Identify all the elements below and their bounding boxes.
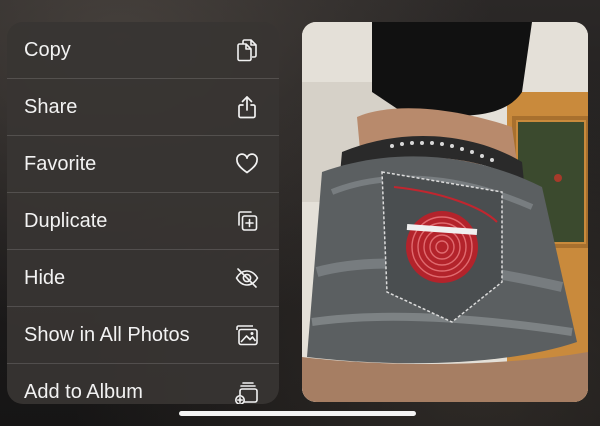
photo-image bbox=[302, 22, 588, 402]
menu-item-hide[interactable]: Hide bbox=[7, 250, 279, 306]
menu-item-label: Show in All Photos bbox=[24, 323, 190, 346]
home-indicator[interactable] bbox=[179, 411, 416, 416]
menu-item-show-in-all-photos[interactable]: Show in All Photos bbox=[7, 307, 279, 363]
share-icon bbox=[233, 93, 261, 121]
menu-item-share[interactable]: Share bbox=[7, 79, 279, 135]
menu-item-add-to-album[interactable]: Add to Album bbox=[7, 364, 279, 404]
heart-icon bbox=[233, 150, 261, 178]
screen: Copy Share Favorite Duplicate Hide Show … bbox=[0, 0, 600, 426]
copy-icon bbox=[233, 36, 261, 64]
menu-item-label: Favorite bbox=[24, 152, 97, 175]
menu-item-duplicate[interactable]: Duplicate bbox=[7, 193, 279, 249]
menu-item-label: Add to Album bbox=[24, 380, 143, 403]
context-menu: Copy Share Favorite Duplicate Hide Show … bbox=[7, 22, 279, 404]
duplicate-icon bbox=[233, 207, 261, 235]
menu-item-label: Share bbox=[24, 95, 78, 118]
photo-icon bbox=[233, 321, 261, 349]
menu-item-label: Hide bbox=[24, 266, 66, 289]
menu-item-favorite[interactable]: Favorite bbox=[7, 136, 279, 192]
menu-item-label: Duplicate bbox=[24, 209, 108, 232]
menu-item-label: Copy bbox=[24, 38, 71, 61]
photo-preview[interactable] bbox=[302, 22, 588, 402]
menu-item-copy[interactable]: Copy bbox=[7, 22, 279, 78]
eye-slash-icon bbox=[233, 264, 261, 292]
add-to-album-icon bbox=[233, 378, 261, 404]
